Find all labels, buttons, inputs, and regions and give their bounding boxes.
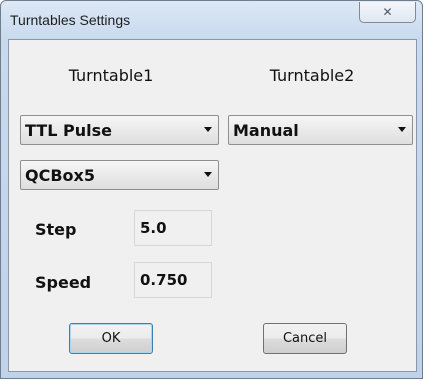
turntable1-device-value: QCBox5 bbox=[25, 166, 95, 185]
close-button[interactable]: ✕ bbox=[359, 2, 416, 23]
turntable2-mode-value: Manual bbox=[233, 121, 299, 140]
turntable2-mode-select[interactable]: Manual bbox=[228, 115, 413, 145]
turntable1-mode-select[interactable]: TTL Pulse bbox=[20, 115, 219, 145]
chevron-down-icon bbox=[204, 127, 212, 132]
speed-field[interactable] bbox=[134, 262, 212, 298]
turntable1-device-select[interactable]: QCBox5 bbox=[20, 160, 219, 190]
speed-input[interactable] bbox=[135, 263, 211, 297]
turntable1-heading: Turntable1 bbox=[68, 66, 154, 85]
step-label: Step bbox=[35, 220, 77, 239]
chevron-down-icon bbox=[204, 172, 212, 177]
cancel-button[interactable]: Cancel bbox=[263, 323, 347, 354]
speed-label: Speed bbox=[35, 273, 92, 292]
step-field[interactable] bbox=[134, 210, 212, 246]
turntable1-mode-value: TTL Pulse bbox=[25, 121, 112, 140]
ok-button[interactable]: OK bbox=[69, 323, 153, 354]
chevron-down-icon bbox=[398, 127, 406, 132]
close-icon: ✕ bbox=[382, 5, 393, 19]
window-title: Turntables Settings bbox=[10, 12, 131, 28]
title-bar[interactable]: Turntables Settings ✕ bbox=[1, 1, 422, 39]
settings-dialog: Turntables Settings ✕ Turntable1 Turntab… bbox=[0, 0, 423, 379]
turntable2-heading: Turntable2 bbox=[269, 66, 355, 85]
dialog-body: Turntable1 Turntable2 TTL Pulse Manual Q… bbox=[8, 39, 417, 372]
step-input[interactable] bbox=[135, 211, 211, 245]
